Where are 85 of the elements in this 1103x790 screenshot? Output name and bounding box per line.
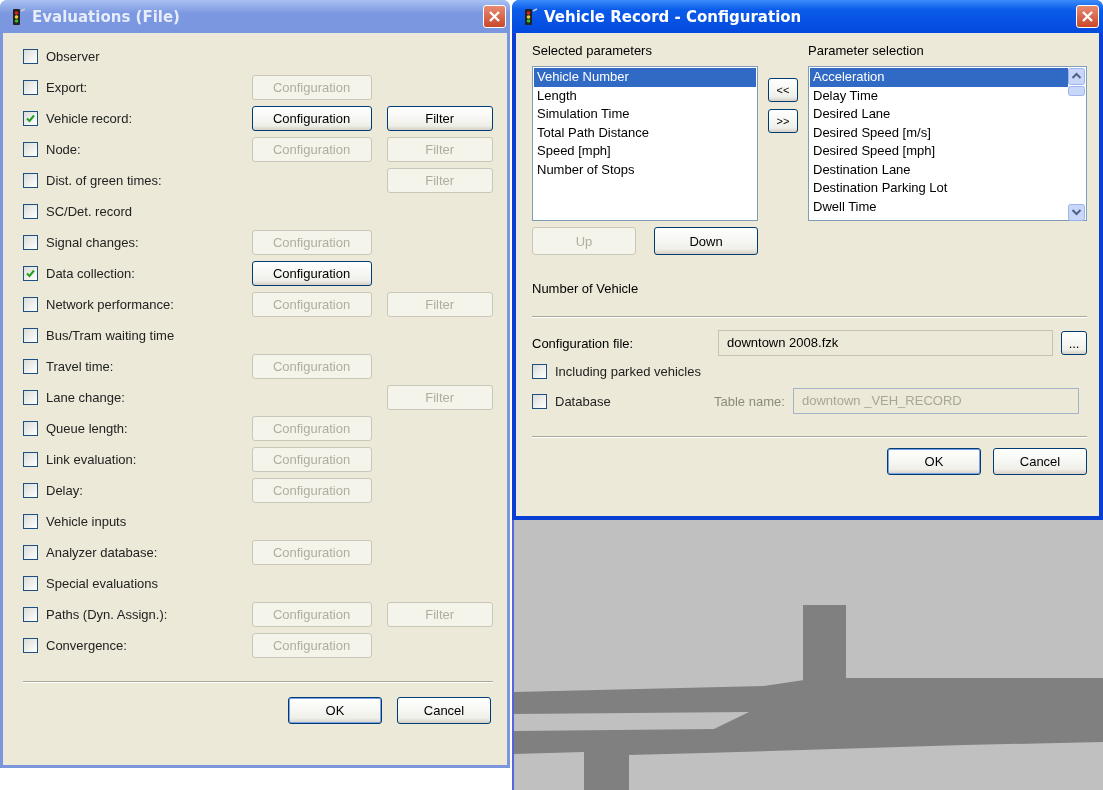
checkbox[interactable] [23,607,38,622]
list-item[interactable]: Length [534,86,756,105]
configuration-button[interactable]: Configuration [251,106,372,131]
checkbox[interactable] [23,297,38,312]
close-icon [488,10,501,23]
checkbox-label: Vehicle inputs [46,514,127,529]
checkbox-label: Travel time: [46,359,114,374]
checkbox-label: Dist. of green times: [46,173,162,188]
checkbox-label: Bus/Tram waiting time [46,328,175,343]
list-item[interactable]: Desired Speed [mph] [810,142,1068,161]
checkbox-label: SC/Det. record [46,204,132,219]
checkbox-label: Network performance: [46,297,174,312]
traffic-light-icon [10,7,26,26]
checkbox-label: Paths (Dyn. Assign.): [46,607,168,622]
checkbox[interactable] [23,545,38,560]
scrollbar[interactable] [1068,68,1085,219]
file-field[interactable]: downtown 2008.fzk [717,330,1054,356]
checkbox-label: Data collection: [46,266,135,281]
checkbox-label: Including parked vehicles [555,363,701,379]
checkbox-label: Node: [46,142,81,157]
checkbox-label: Link evaluation: [46,452,137,467]
checkbox-label: Queue length: [46,421,128,436]
checkbox[interactable] [532,363,547,379]
list-item[interactable]: Simulation Time [534,105,756,124]
checkbox[interactable] [23,638,38,653]
close-button[interactable] [483,5,506,28]
list-item[interactable]: Vehicle Number [534,68,756,87]
list-item[interactable]: Destination Lane [810,160,1068,179]
down-button[interactable]: Down [654,227,758,255]
checkbox[interactable] [23,452,38,467]
list-item[interactable]: Desired Lane [810,105,1068,124]
list-item[interactable]: Delay Time [810,86,1068,105]
checkbox[interactable] [23,359,38,374]
list-item[interactable]: Number of Stops [534,160,756,179]
field-label: Table name: [714,393,786,409]
traffic-light-icon [522,7,538,26]
checkbox[interactable] [23,483,38,498]
browse-button[interactable]: ... [1061,331,1087,355]
add-button[interactable]: << [768,78,798,102]
checkbox[interactable] [23,235,38,250]
checkbox[interactable] [23,173,38,188]
list-item[interactable]: Desired Speed [m/s] [810,123,1068,142]
cancel-button[interactable]: Cancel [397,697,491,724]
checkbox-label: Signal changes: [46,235,139,250]
checkbox[interactable] [23,328,38,343]
field-label: Configuration file: [532,335,635,351]
list-item[interactable]: Speed [mph] [534,142,756,161]
checkbox[interactable] [23,514,38,529]
checkbox-label: Convergence: [46,638,127,653]
list-caption: Selected parameters [532,43,653,58]
list-item[interactable]: Dwell Time [810,197,1068,216]
configuration-button[interactable]: Configuration [251,261,372,286]
close-icon [1081,10,1094,23]
list-box[interactable]: Vehicle Number Length Simulation Time Total Path Distance Speed [mph] Number of Stops [532,66,758,221]
list-box[interactable]: Acceleration Delay Time Desired Lane Desired Speed [m/s] Desired Speed [mph] Destination Lane Destination Parking Lot Dwell Time [808,66,1087,221]
checkbox-label: Observer [46,49,100,64]
list-item[interactable]: Total Path Distance [534,123,756,142]
checkbox[interactable] [23,421,38,436]
ok-button[interactable]: OK [288,697,382,724]
window-title: Evaluations (File) [32,7,181,26]
checkbox-label: Lane change: [46,390,125,405]
checkbox[interactable] [23,142,38,157]
checkbox[interactable] [23,390,38,405]
checkbox[interactable] [23,49,38,64]
filter-button[interactable]: Filter [386,106,493,131]
list-item[interactable]: Acceleration [810,68,1068,87]
checkbox[interactable] [23,80,38,95]
close-button[interactable] [1076,5,1099,28]
checkbox-label: Special evaluations [46,576,159,591]
remove-button[interactable]: >> [768,109,798,133]
list-item[interactable]: Destination Parking Lot [810,179,1068,198]
checkbox[interactable] [23,111,38,126]
description-text: Number of Vehicle [532,281,640,296]
checkbox[interactable] [23,204,38,219]
checkbox[interactable] [23,266,38,281]
checkbox-label: Export: [46,80,88,95]
list-caption: Parameter selection [808,43,925,58]
checkbox[interactable] [23,576,38,591]
window-title: Vehicle Record - Configuration [544,7,803,26]
checkbox-label: Vehicle record: [46,111,132,126]
cancel-button[interactable]: Cancel [993,448,1087,475]
checkbox-label: Delay: [46,483,83,498]
checkbox-label: Analyzer database: [46,545,158,560]
ok-button[interactable]: OK [887,448,981,475]
checkbox-label: Database [555,393,611,409]
